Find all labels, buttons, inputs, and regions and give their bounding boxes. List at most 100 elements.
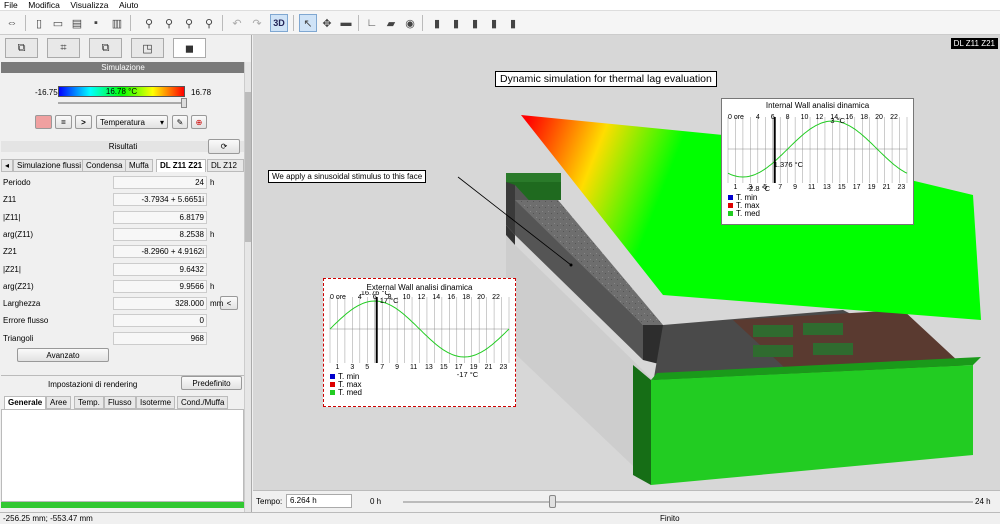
tick-label: 7: [380, 364, 384, 371]
status-state: Finito: [660, 514, 680, 523]
tab-materials[interactable]: ⧉: [89, 38, 122, 58]
time-slider-track[interactable]: [58, 102, 185, 104]
zoom-in-icon[interactable]: ⚲: [140, 14, 158, 32]
layer2-icon[interactable]: ▮: [447, 14, 465, 32]
tab-flow-sim[interactable]: Simulazione flussi: [13, 159, 86, 172]
left-scrollbar[interactable]: [244, 62, 251, 512]
tick-label: 19: [868, 184, 876, 191]
min-label: -17 °C: [457, 370, 479, 379]
print-icon[interactable]: ▥: [108, 14, 126, 32]
comment-icon[interactable]: ▰: [382, 14, 400, 32]
tick-label: 7: [778, 184, 782, 191]
refresh-icon[interactable]: ⟳: [208, 139, 240, 154]
save-icon[interactable]: ▪: [87, 14, 105, 32]
result-row: Larghezza 328.000 mm: [3, 295, 240, 312]
axis-icon[interactable]: ∟: [363, 14, 381, 32]
result-value: -3.7934 + 5.6651i: [113, 193, 207, 207]
ruler-icon[interactable]: ▬: [337, 14, 355, 32]
menu-visualizza[interactable]: Visualizza: [66, 0, 112, 11]
result-row: Z21 -8.2960 + 4.9162i: [3, 243, 240, 260]
layer3-icon[interactable]: ▮: [466, 14, 484, 32]
eye-icon[interactable]: ◉: [401, 14, 419, 32]
result-value: 0: [113, 314, 207, 328]
layer1-icon[interactable]: ▮: [428, 14, 446, 32]
time-input[interactable]: 6.264 h: [286, 494, 352, 508]
zoom-all-icon[interactable]: ⚲: [200, 14, 218, 32]
tab-isoterme[interactable]: Isoterme: [136, 396, 176, 409]
picker-icon[interactable]: ✎: [172, 115, 188, 129]
move-icon[interactable]: ✥: [318, 14, 336, 32]
time-track[interactable]: [403, 501, 973, 503]
swap-icon[interactable]: ⇔: [3, 14, 21, 32]
tick-label: 15: [440, 364, 448, 371]
menu-modifica[interactable]: Modifica: [24, 0, 64, 11]
result-row: arg(Z11) 8.2538 h: [3, 226, 240, 243]
tick-label: 0 ore: [330, 294, 346, 301]
equal-button[interactable]: =: [55, 115, 72, 129]
internal-chart-title: Internal Wall analisi dinamica: [765, 101, 870, 110]
result-unit: h: [210, 178, 215, 187]
redo-icon[interactable]: ↷: [248, 14, 266, 32]
external-wall-chart: External Wall analisi dinamica 0 ore 4 6 8 1…: [323, 278, 516, 407]
tab-grid[interactable]: ⌗: [47, 38, 80, 58]
min-label: -2.8 °C: [747, 184, 771, 193]
tab-aree[interactable]: Aree: [46, 396, 71, 409]
tab-temp[interactable]: Temp.: [74, 396, 104, 409]
view-3d-button[interactable]: 3D: [270, 14, 288, 32]
result-row: Triangoli 968: [3, 330, 240, 347]
tab-dl-z11-z21[interactable]: DL Z11 Z21: [156, 159, 207, 172]
legend-swatch-min: [330, 374, 335, 379]
result-row: Periodo 24 h: [3, 174, 240, 191]
select-arrow-icon[interactable]: ↖: [299, 14, 317, 32]
tab-muffa[interactable]: Muffa: [125, 159, 153, 172]
target-icon[interactable]: ⊕: [191, 115, 207, 129]
tick-label: 0 ore: [728, 114, 744, 121]
advanced-button[interactable]: Avanzato: [17, 348, 109, 362]
tab-condensa[interactable]: Condensa: [82, 159, 127, 172]
time-handle[interactable]: [548, 495, 556, 508]
legend-swatch-max: [330, 382, 335, 387]
zoom-window-icon[interactable]: ⚲: [180, 14, 198, 32]
tab-boundary[interactable]: ◳: [131, 38, 164, 58]
import-icon[interactable]: ▤: [68, 14, 86, 32]
next-button[interactable]: >: [75, 115, 92, 129]
tab-cond-muffa[interactable]: Cond./Muffa: [177, 396, 229, 409]
tab-dl-z12[interactable]: DL Z12: [207, 159, 244, 172]
tab-prev-arrow[interactable]: ◂: [1, 159, 14, 172]
max-label: 17 °C: [380, 296, 399, 305]
tick-label: 8: [786, 114, 790, 121]
scale-min: -16.75: [35, 88, 58, 97]
menu-aiuto[interactable]: Aiuto: [115, 0, 142, 11]
tick-label: 18: [860, 114, 868, 121]
record-button[interactable]: [35, 115, 52, 129]
result-value: 968: [113, 331, 207, 345]
tick-label: 1: [335, 364, 339, 371]
default-button[interactable]: Predefinito: [181, 376, 242, 390]
legend-swatch-med: [330, 390, 335, 395]
result-row: Errore flusso 0: [3, 312, 240, 329]
scale-current: 16.78 °C: [105, 87, 138, 96]
status-coords: -256.25 mm; -553.47 mm: [3, 514, 93, 523]
tick-label: 14: [432, 294, 440, 301]
undo-icon[interactable]: ↶: [228, 14, 246, 32]
open-file-icon[interactable]: ▭: [49, 14, 67, 32]
tick-label: 9: [395, 364, 399, 371]
scrollbar-thumb[interactable]: [245, 92, 251, 242]
tab-generale[interactable]: Generale: [4, 396, 47, 409]
tick-label: 3: [350, 364, 354, 371]
viewport-3d[interactable]: DL Z11 Z21 Dynamic simulation for therma…: [253, 35, 1000, 490]
tick-label: 10: [801, 114, 809, 121]
result-label: Triangoli: [3, 333, 34, 343]
time-slider-handle[interactable]: [181, 98, 187, 108]
tab-geometry[interactable]: ⧉: [5, 38, 38, 58]
zoom-out-icon[interactable]: ⚲: [160, 14, 178, 32]
tab-flusso[interactable]: Flusso: [104, 396, 136, 409]
quantity-select[interactable]: Temperatura ▾: [96, 115, 168, 129]
external-legend: T. min T. max T. med: [330, 373, 362, 397]
tab-simulation[interactable]: ◼: [173, 38, 206, 58]
new-file-icon[interactable]: ▯: [30, 14, 48, 32]
menu-file[interactable]: File: [0, 0, 22, 11]
chart2-icon[interactable]: ▮: [504, 14, 522, 32]
chart1-icon[interactable]: ▮: [485, 14, 503, 32]
scene-title: Dynamic simulation for thermal lag evalu…: [495, 71, 717, 87]
